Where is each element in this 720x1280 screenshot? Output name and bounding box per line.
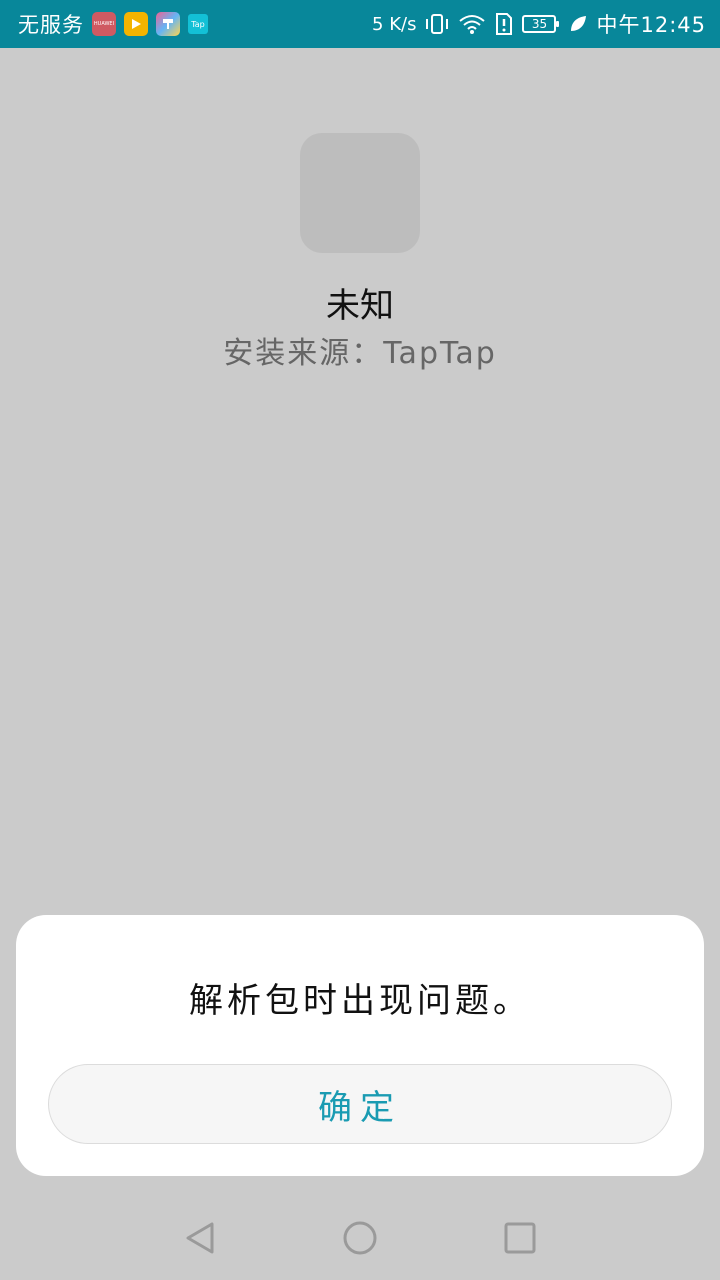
huawei-appgallery-icon: HUAWEI — [92, 12, 116, 36]
navigation-bar — [0, 1196, 720, 1280]
status-bar-right: 5 K/s 35 中午12:45 — [372, 9, 706, 39]
screen: 无服务 HUAWEI Tap 5 K/s 35 中午12:45 未知 安装来源：… — [0, 0, 720, 1280]
battery-icon: 35 — [522, 15, 560, 33]
network-speed: 5 K/s — [372, 13, 417, 35]
back-triangle-icon[interactable] — [178, 1216, 222, 1260]
app-icon-placeholder — [300, 133, 420, 253]
clock: 中午12:45 — [596, 13, 706, 37]
recents-square-icon[interactable] — [498, 1216, 542, 1260]
carrier-label: 无服务 — [18, 13, 84, 37]
status-bar-left: 无服务 HUAWEI Tap — [18, 9, 208, 39]
home-circle-icon[interactable] — [338, 1216, 382, 1260]
vibrate-icon — [424, 13, 450, 35]
install-source: 安装来源：TapTap — [223, 336, 497, 371]
status-bar: 无服务 HUAWEI Tap 5 K/s 35 中午12:45 — [0, 0, 720, 48]
video-app-icon — [124, 12, 148, 36]
confirm-button[interactable]: 确定 — [48, 1064, 672, 1144]
wifi-icon — [458, 13, 486, 35]
taptap-icon: Tap — [188, 14, 208, 34]
theme-app-icon — [156, 12, 180, 36]
app-name: 未知 — [326, 286, 394, 326]
dialog-message: 解析包时出现问题。 — [189, 981, 531, 1021]
sim-alert-icon — [494, 12, 514, 36]
error-dialog: 解析包时出现问题。 确定 — [16, 915, 704, 1176]
leaf-icon — [568, 14, 588, 34]
